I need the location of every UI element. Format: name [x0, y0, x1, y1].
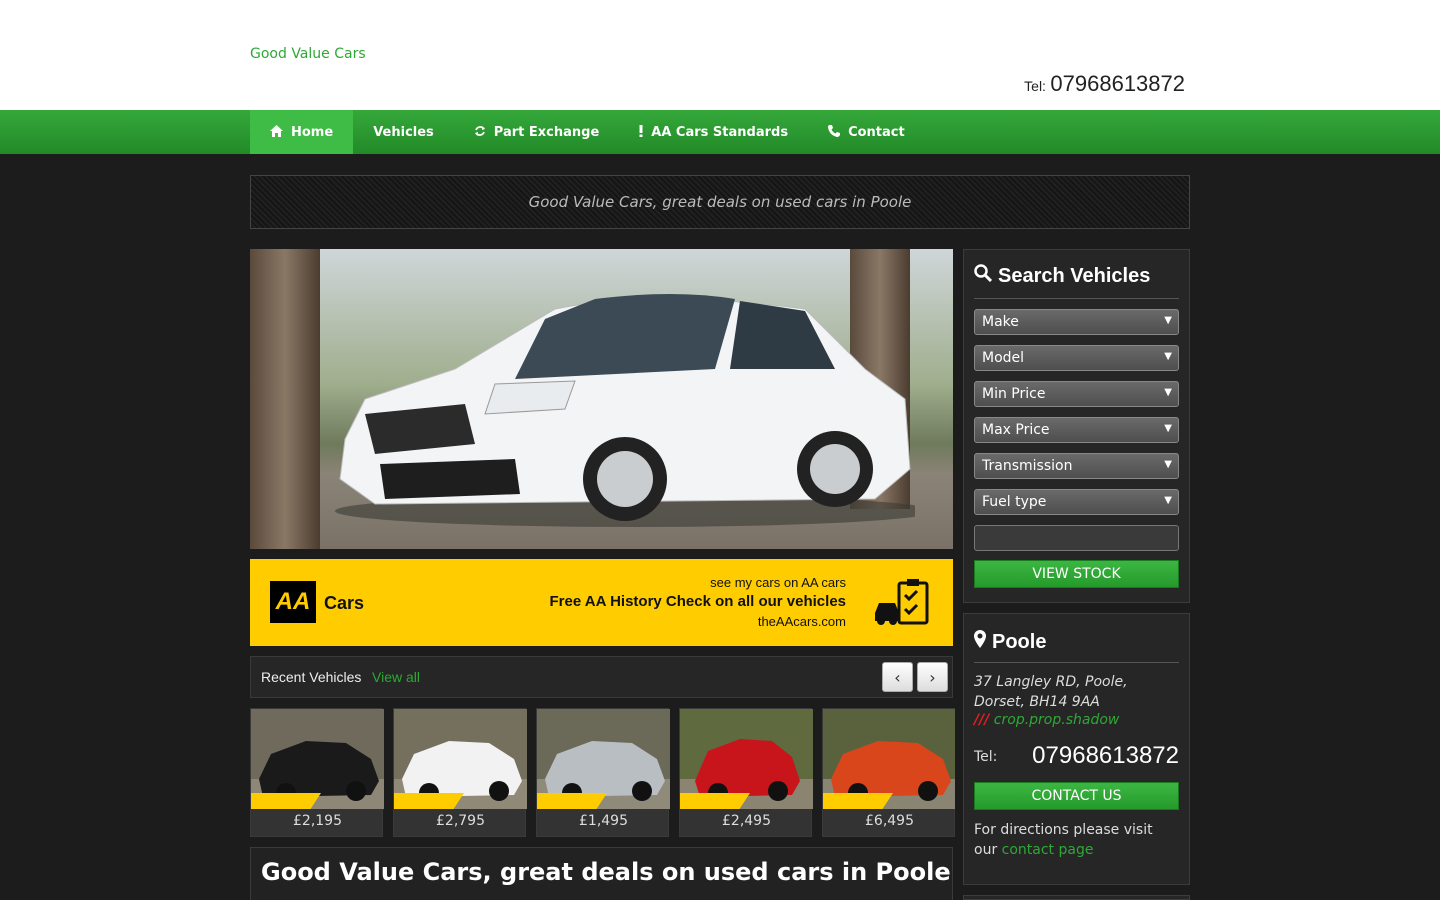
aa-banner-line1: see my cars on AA cars: [710, 575, 846, 590]
caret-down-icon: ▼: [1164, 315, 1172, 326]
vehicle-thumbnail: [680, 709, 813, 809]
contact-us-button[interactable]: CONTACT US: [974, 782, 1179, 810]
nav-item-label: Contact: [848, 124, 905, 140]
site-header: Good Value Cars Tel: 07968613872: [0, 0, 1440, 110]
vehicle-price: £2,495: [722, 813, 771, 829]
location-title-text: Poole: [992, 630, 1047, 653]
recent-vehicles-title: Recent Vehicles: [261, 669, 362, 685]
phone-icon: [828, 124, 841, 140]
caret-down-icon: ▼: [1164, 423, 1172, 434]
main-nav: Home Vehicles Part Exchange AA Cars Stan…: [0, 110, 1440, 154]
header-tel-number[interactable]: 07968613872: [1050, 71, 1185, 96]
map-marker-icon: [974, 630, 986, 654]
vehicle-thumbnail: [251, 709, 384, 809]
what3words-text: crop.prop.shadow: [993, 712, 1120, 728]
nav-item-contact[interactable]: Contact: [808, 110, 925, 154]
select-value: Transmission: [982, 458, 1073, 474]
nav-item-vehicles[interactable]: Vehicles: [353, 110, 454, 154]
select-value: Max Price: [982, 422, 1050, 438]
vehicle-thumbnail: [537, 709, 670, 809]
search-panel-title-text: Search Vehicles: [998, 264, 1151, 287]
vehicle-card[interactable]: £1,495: [536, 708, 670, 837]
nav-item-label: Home: [291, 124, 334, 140]
vehicle-price: £2,195: [293, 813, 342, 829]
select-value: Min Price: [982, 386, 1046, 402]
vehicle-card[interactable]: £2,795: [393, 708, 527, 837]
contact-page-link[interactable]: contact page: [1002, 842, 1094, 858]
intro-heading: Good Value Cars, great deals on used car…: [261, 858, 951, 886]
nav-item-part-exchange[interactable]: Part Exchange: [454, 110, 619, 154]
view-stock-button[interactable]: VIEW STOCK: [974, 560, 1179, 588]
aa-brand-label: Cars: [324, 593, 365, 613]
nav-item-aa-cars-standards[interactable]: AA Cars Standards: [619, 110, 808, 154]
select-value: Model: [982, 350, 1025, 366]
next-panel-edge: [963, 895, 1190, 900]
header-tel-label: Tel:: [1024, 78, 1046, 94]
intro-section: Good Value Cars, great deals on used car…: [250, 847, 953, 900]
site-title-link[interactable]: Good Value Cars: [250, 46, 366, 62]
caret-down-icon: ▼: [1164, 495, 1172, 506]
hero-car-image: [250, 249, 953, 549]
select-value: Fuel type: [982, 494, 1047, 510]
fuel-type-select[interactable]: Fuel type ▼: [974, 489, 1179, 515]
car-illustration: [335, 294, 915, 527]
min-price-select[interactable]: Min Price ▼: [974, 381, 1179, 407]
vehicle-price: £6,495: [865, 813, 914, 829]
nav-item-label: Part Exchange: [493, 124, 600, 140]
location-tel-label: Tel:: [974, 749, 998, 765]
make-select[interactable]: Make ▼: [974, 309, 1179, 335]
exclamation-icon: [639, 124, 643, 140]
view-all-link[interactable]: View all: [372, 669, 420, 685]
vehicle-thumbnail: [394, 709, 527, 809]
aa-logo: AA: [270, 581, 316, 623]
carousel-next-button[interactable]: ›: [917, 662, 948, 692]
vehicle-card[interactable]: £2,495: [679, 708, 813, 837]
caret-down-icon: ▼: [1164, 351, 1172, 362]
caret-down-icon: ▼: [1164, 459, 1172, 470]
tagline-banner: Good Value Cars, great deals on used car…: [250, 175, 1190, 229]
location-panel: Poole 37 Langley RD, Poole, Dorset, BH14…: [963, 613, 1190, 885]
location-tel-number[interactable]: 07968613872: [1032, 742, 1179, 770]
location-panel-title: Poole: [974, 630, 1046, 654]
chevron-right-icon: ›: [929, 667, 936, 687]
recent-vehicles-carousel: £2,195 £2,795 £1,495 £2,495 £6,495: [250, 708, 955, 838]
search-panel-title: Search Vehicles: [974, 264, 1150, 288]
home-icon: [270, 124, 283, 140]
vehicle-thumbnail: [823, 709, 955, 809]
search-vehicles-panel: Search Vehicles Make ▼ Model ▼ Min Price ▼ …: [963, 249, 1190, 603]
what3words-slashes: ///: [974, 712, 990, 728]
refresh-icon: [474, 125, 486, 140]
nav-item-label: Vehicles: [373, 124, 434, 140]
history-check-icon: [875, 579, 929, 625]
max-price-select[interactable]: Max Price ▼: [974, 417, 1179, 443]
caret-down-icon: ▼: [1164, 387, 1172, 398]
select-value: Make: [982, 314, 1019, 330]
keyword-input[interactable]: [974, 525, 1179, 551]
search-icon: [974, 264, 993, 288]
recent-vehicles-bar: Recent Vehicles View all ‹ ›: [250, 656, 953, 698]
header-phone: Tel: 07968613872: [1024, 71, 1185, 97]
vehicle-card[interactable]: £2,195: [250, 708, 384, 837]
carousel-prev-button[interactable]: ‹: [882, 662, 913, 692]
aa-banner-line2: Free AA History Check on all our vehicle…: [549, 593, 846, 610]
nav-item-label: AA Cars Standards: [651, 124, 789, 140]
aa-banner-line3: theAAcars.com: [757, 614, 846, 629]
chevron-left-icon: ‹: [894, 667, 901, 687]
directions-text: For directions please visit our contact …: [974, 820, 1179, 860]
vehicle-price: £2,795: [436, 813, 485, 829]
aa-cars-banner[interactable]: AA Cars see my cars on AA cars Free AA H…: [250, 559, 953, 646]
vehicle-card[interactable]: £6,495: [822, 708, 955, 837]
transmission-select[interactable]: Transmission ▼: [974, 453, 1179, 479]
nav-item-home[interactable]: Home: [250, 110, 354, 154]
what3words-link[interactable]: /// crop.prop.shadow: [974, 712, 1119, 728]
vehicle-price: £1,495: [579, 813, 628, 829]
address-text: 37 Langley RD, Poole, Dorset, BH14 9AA: [974, 674, 1128, 710]
model-select[interactable]: Model ▼: [974, 345, 1179, 371]
